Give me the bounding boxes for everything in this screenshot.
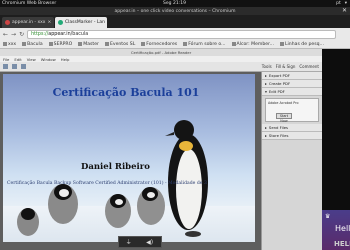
- shared-screen-reader-window: Certificação.pdf - Adobe Reader File Edi…: [0, 49, 322, 250]
- back-arrow-icon[interactable]: ←: [3, 31, 8, 38]
- reader-menu-view[interactable]: View: [27, 57, 36, 62]
- reader-menu-help[interactable]: Help: [61, 57, 70, 62]
- bookmark-folder-icon: [279, 42, 284, 46]
- bookmark-folder-icon: [48, 42, 53, 46]
- url-path: /bacula: [70, 31, 89, 37]
- reader-menu-file[interactable]: File: [3, 57, 9, 62]
- navigation-toolbar: ← → ↻ https://appear.in/bacula: [0, 28, 350, 40]
- tab-strip: appear.in - xxx × ClassMarker - Lan ×: [0, 15, 350, 28]
- slide-subtitle: Certificação Bacula Backup Software Cert…: [7, 181, 207, 186]
- bookmark-folder-icon: [78, 42, 83, 46]
- reader-menu-edit[interactable]: Edit: [14, 57, 21, 62]
- system-menu-icon[interactable]: ▾: [345, 1, 347, 6]
- reader-window-title: Certificação.pdf - Adobe Reader: [0, 49, 322, 56]
- reader-toolbar: Tools Fill & Sign Comment: [0, 62, 322, 72]
- tab-classmarker[interactable]: ClassMarker - Lan ×: [55, 17, 107, 28]
- reader-tools-button[interactable]: Tools: [262, 64, 272, 69]
- open-file-icon[interactable]: [3, 64, 8, 69]
- url-host: appear.in: [48, 31, 71, 37]
- volume-icon[interactable]: ◀): [146, 239, 153, 246]
- slide-author: Daniel Ribeiro: [81, 162, 150, 172]
- participant-sidebar: ♛ Hello HELLO: [322, 49, 350, 250]
- print-icon[interactable]: [12, 64, 17, 69]
- owner-crown-icon: ♛: [325, 213, 331, 220]
- participant-brand-text: HELLO: [334, 240, 350, 248]
- zoom-icon[interactable]: [21, 64, 26, 69]
- promo-text: Adobe Acrobat Pro: [268, 101, 299, 105]
- bookmark-folder-icon: [104, 42, 109, 46]
- participant-video-tile[interactable]: ♛ Hello HELLO: [322, 210, 350, 250]
- panel-send-files[interactable]: ▸ Send Files: [262, 124, 322, 132]
- tab-favicon-icon: [58, 20, 63, 25]
- bookmark-folder-icon: [3, 42, 7, 46]
- reader-comment-button[interactable]: Comment: [299, 64, 319, 69]
- bookmark-folder-icon: [141, 42, 146, 46]
- window-close-button[interactable]: ✕: [342, 7, 347, 15]
- tab-appear-in[interactable]: appear.in - xxx ×: [2, 17, 54, 28]
- reload-icon[interactable]: ↻: [19, 31, 24, 38]
- panel-create-pdf[interactable]: ▸ Create PDF: [262, 80, 322, 88]
- tab-label: ClassMarker - Lan: [65, 20, 105, 25]
- system-clock[interactable]: Seg 21:19: [117, 1, 232, 6]
- active-app-name[interactable]: Chromium Web Browser: [0, 1, 117, 6]
- bookmark-folder-icon: [183, 42, 188, 46]
- bookmark-folder-icon: [22, 42, 27, 46]
- reader-menu-window[interactable]: Window: [41, 57, 56, 62]
- tab-close-icon[interactable]: ×: [47, 20, 51, 25]
- bookmark-item[interactable]: Master: [78, 42, 99, 47]
- tab-favicon-icon: [5, 20, 10, 25]
- panel-promo-box: Adobe Acrobat Pro Start Now: [265, 98, 319, 123]
- address-bar-input[interactable]: https://appear.in/bacula: [27, 29, 336, 39]
- bookmark-folder-icon: [231, 42, 236, 46]
- window-title-bar: appear.in – one click video conversation…: [0, 7, 350, 15]
- bookmark-item[interactable]: Linhas de pesq...: [279, 42, 324, 47]
- bookmarks-bar: xxx Bacula SERPRO Master Eventos SL Forn…: [0, 40, 350, 49]
- slide-title: Certificação Bacula 101: [52, 86, 200, 99]
- tab-label: appear.in - xxx: [12, 20, 46, 25]
- bookmark-item[interactable]: Fórum sobre o...: [183, 42, 226, 47]
- reader-tools-panel: ▸ Export PDF ▸ Create PDF ▾ Edit PDF Ado…: [261, 72, 322, 250]
- bookmark-item[interactable]: SERPRO: [48, 42, 72, 47]
- reader-fill-sign-button[interactable]: Fill & Sign: [276, 64, 296, 69]
- input-method-indicator[interactable]: pt: [336, 1, 341, 6]
- penguins-illustration: [17, 120, 208, 237]
- presentation-slide: Certificação Bacula 101 Daniel Ribeiro C…: [3, 74, 255, 242]
- bookmark-item[interactable]: Bacula: [22, 42, 43, 47]
- panel-store-files[interactable]: ▸ Store Files: [262, 132, 322, 140]
- call-controls: ⍊ ◀): [118, 236, 162, 248]
- panel-export-pdf[interactable]: ▸ Export PDF: [262, 72, 322, 80]
- pin-icon[interactable]: ⍊: [127, 238, 131, 246]
- panel-edit-pdf[interactable]: ▾ Edit PDF: [262, 88, 322, 96]
- bookmark-item[interactable]: Eventos SL: [104, 42, 135, 47]
- video-call-page: Certificação.pdf - Adobe Reader File Edi…: [0, 49, 350, 250]
- window-title: appear.in – one click video conversation…: [114, 8, 236, 14]
- emperor-penguin-figure: [165, 120, 208, 237]
- bookmark-item[interactable]: Alcor: Member...: [231, 42, 274, 47]
- participant-greeting: Hello: [335, 224, 350, 233]
- penguin-chick-figures: [17, 184, 165, 236]
- forward-arrow-icon[interactable]: →: [11, 31, 16, 38]
- start-now-button[interactable]: Start Now: [276, 113, 292, 123]
- url-scheme: https://: [31, 31, 49, 37]
- system-top-bar: Chromium Web Browser Seg 21:19 pt ▾: [0, 0, 350, 7]
- bookmark-item[interactable]: xxx: [3, 42, 16, 47]
- bookmark-item[interactable]: Fornecedores: [141, 42, 177, 47]
